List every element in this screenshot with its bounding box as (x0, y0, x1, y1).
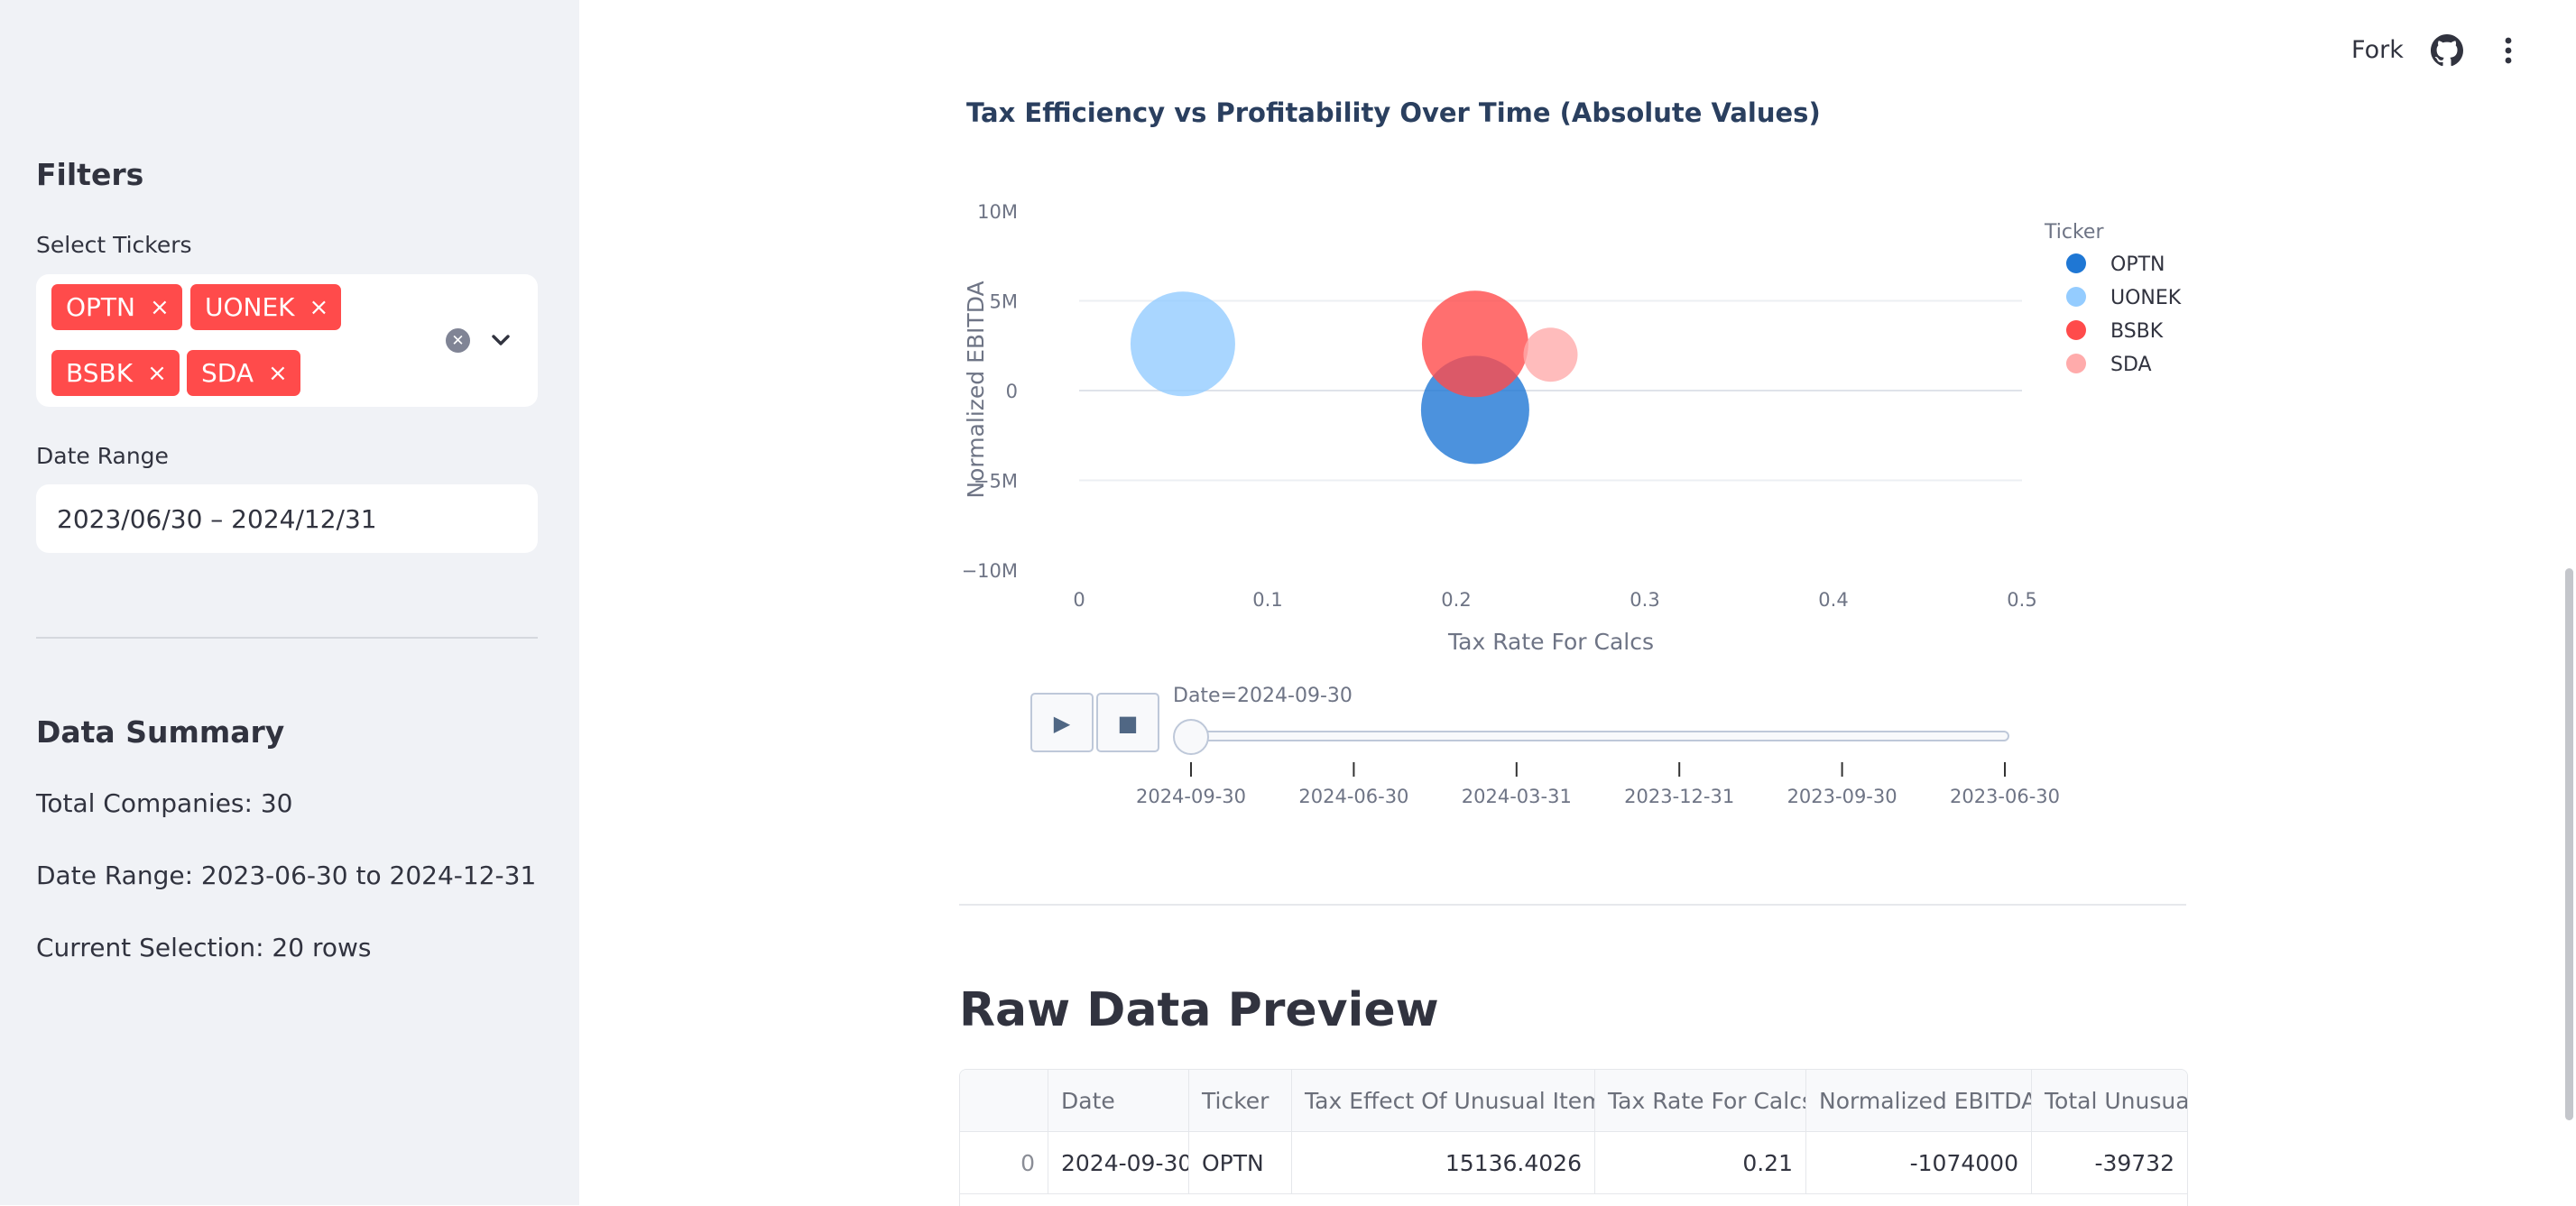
chip-remove-icon[interactable]: × (150, 294, 170, 321)
column-header-total-unusual[interactable]: Total Unusual (2032, 1070, 2187, 1131)
current-selection-text: Current Selection: 20 rows (36, 933, 372, 962)
cell-tax-rate[interactable]: 0.21 (1595, 1132, 1806, 1193)
column-header-tax-effect[interactable]: Tax Effect Of Unusual Items (1292, 1070, 1595, 1131)
x-axis-title: Tax Rate For Calcs (1447, 629, 1654, 655)
legend-marker-uonek (2066, 287, 2086, 307)
chip-label: UONEK (205, 292, 295, 322)
sidebar: Filters Select Tickers OPTN × UONEK × BS… (0, 0, 579, 1205)
bubble-sda (1523, 327, 1578, 382)
row-index: 0 (960, 1132, 1048, 1193)
chip-label: SDA (201, 358, 254, 388)
column-header-date[interactable]: Date (1048, 1070, 1189, 1131)
chip-remove-icon[interactable]: × (268, 360, 288, 387)
index-header (960, 1070, 1048, 1131)
tickers-label: Select Tickers (36, 232, 192, 258)
date-range-label: Date Range (36, 443, 169, 469)
cell-normalized-ebitda[interactable]: -1074000 (1806, 1132, 2032, 1193)
y-tick-label: 0 (1006, 381, 1018, 402)
play-icon: ▶ (1054, 711, 1071, 736)
page-scrollbar[interactable] (2565, 568, 2573, 1120)
slider-tick-label: 2023-12-31 (1624, 786, 1734, 807)
bubble-chart: 10M5M0−5M−10M0 0.1 0.2 0.3 0.4 0.5Tax Rate Fo… (962, 201, 2182, 807)
date-range-input[interactable]: 2023/06/30 – 2024/12/31 (36, 484, 538, 553)
table-row[interactable]: 0 2024-09-30 OPTN 15136.4026 0.21 -10740… (960, 1132, 2187, 1193)
ticker-chip-uonek: UONEK × (190, 284, 342, 330)
bubble-uonek (1130, 291, 1235, 397)
kebab-menu-icon[interactable] (2498, 34, 2519, 67)
data-summary-heading: Data Summary (36, 714, 285, 750)
slider-current-label: Date=2024-09-30 (1173, 685, 1353, 707)
stop-icon: ■ (1118, 711, 1139, 736)
total-companies-text: Total Companies: 30 (36, 788, 293, 818)
chip-remove-icon[interactable]: × (147, 360, 167, 387)
raw-data-table[interactable]: Date Ticker Tax Effect Of Unusual Items … (959, 1069, 2188, 1206)
filters-heading: Filters (36, 157, 144, 192)
x-tick-label: 0.2 (1441, 589, 1471, 611)
y-axis-title: Normalized EBITDA (963, 281, 989, 498)
legend-label-optn: OPTN (2110, 253, 2165, 276)
legend-label-bsbk: BSBK (2110, 320, 2164, 343)
x-tick-label: 0 (1073, 589, 1085, 611)
slider-tick-label: 2023-09-30 (1787, 786, 1897, 807)
slider-handle[interactable] (1173, 719, 1209, 755)
slider-tick-label: 2024-09-30 (1136, 786, 1246, 807)
x-tick-label: 0.5 (2007, 589, 2036, 611)
chip-remove-icon[interactable]: × (309, 294, 329, 321)
column-header-ticker[interactable]: Ticker (1189, 1070, 1292, 1131)
slider-tick-label: 2023-06-30 (1950, 786, 2060, 807)
legend-label-uonek: UONEK (2110, 287, 2182, 309)
ticker-chip-sda: SDA × (187, 350, 300, 396)
slider-tick-label: 2024-03-31 (1462, 786, 1572, 807)
legend-label-sda: SDA (2110, 354, 2152, 376)
ticker-chip-optn: OPTN × (51, 284, 182, 330)
legend-marker-sda (2066, 354, 2086, 373)
github-icon[interactable] (2431, 34, 2463, 67)
cell-date[interactable]: 2024-09-30 (1048, 1132, 1189, 1193)
date-range-summary-text: Date Range: 2023-06-30 to 2024-12-31 (36, 861, 537, 890)
chip-label: BSBK (66, 358, 134, 388)
x-tick-label: 0.3 (1630, 589, 1659, 611)
table-header-row: Date Ticker Tax Effect Of Unusual Items … (960, 1070, 2187, 1131)
cell-total-unusual[interactable]: -39732 (2032, 1132, 2187, 1193)
legend-marker-bsbk (2066, 320, 2086, 340)
ticker-chip-bsbk: BSBK × (51, 350, 180, 396)
y-tick-label: 10M (977, 201, 1018, 223)
legend-title: Ticker (2044, 221, 2104, 244)
cell-ticker[interactable]: OPTN (1189, 1132, 1292, 1193)
legend-marker-optn (2066, 253, 2086, 273)
y-tick-label: 5M (990, 291, 1018, 313)
bubble-bsbk (1421, 290, 1528, 398)
fork-button[interactable]: Fork (2351, 36, 2404, 64)
slider-tick-label: 2024-06-30 (1298, 786, 1408, 807)
clear-selection-icon[interactable]: ✕ (446, 328, 470, 353)
slider-track (1181, 731, 2009, 741)
sidebar-divider (36, 637, 538, 639)
x-tick-label: 0.1 (1252, 589, 1282, 611)
cell-tax-effect[interactable]: 15136.4026 (1292, 1132, 1595, 1193)
section-divider (959, 904, 2186, 906)
table-divider (960, 1193, 2187, 1194)
chevron-down-icon[interactable] (487, 327, 514, 354)
y-tick-label: −10M (962, 560, 1018, 582)
raw-data-title: Raw Data Preview (959, 983, 1439, 1037)
x-tick-label: 0.4 (1818, 589, 1848, 611)
chip-label: OPTN (66, 292, 135, 322)
column-header-tax-rate[interactable]: Tax Rate For Calcs (1595, 1070, 1806, 1131)
column-header-normalized-ebitda[interactable]: Normalized EBITDA (1806, 1070, 2032, 1131)
